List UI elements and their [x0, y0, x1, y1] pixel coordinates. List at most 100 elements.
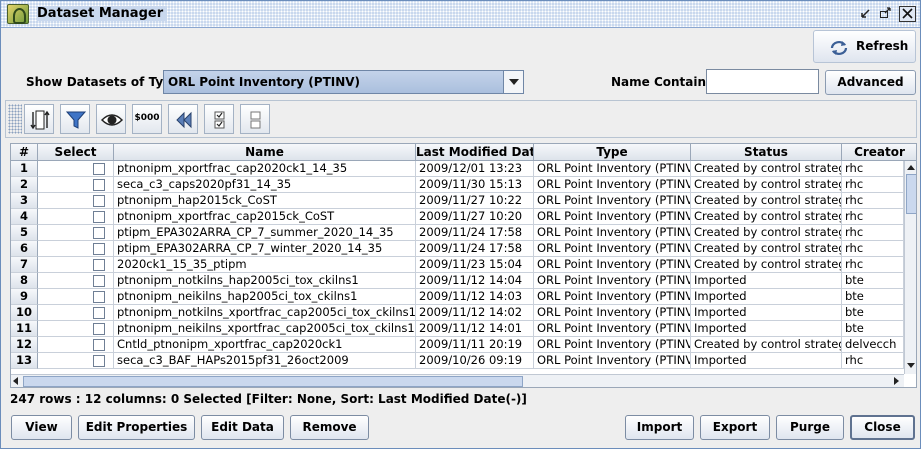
row-type: ORL Point Inventory (PTINV): [534, 321, 691, 337]
minimize-icon[interactable]: [857, 6, 874, 22]
row-select-checkbox[interactable]: [93, 227, 105, 239]
row-select-checkbox[interactable]: [93, 163, 105, 175]
type-filter-label: Show Datasets of Type:: [26, 75, 185, 89]
row-type: ORL Point Inventory (PTINV): [534, 225, 691, 241]
row-select: [38, 289, 114, 305]
row-select-checkbox[interactable]: [93, 259, 105, 271]
table-row[interactable]: 9 ptnonipm_neikilns_hap2005ci_tox_ckilns1…: [11, 289, 904, 305]
row-select-checkbox[interactable]: [93, 323, 105, 335]
purge-button[interactable]: Purge: [776, 415, 844, 440]
row-last-modified: 2009/11/30 15:13: [416, 177, 534, 193]
filter-button[interactable]: [60, 104, 90, 134]
row-status: Created by control strategy: [691, 177, 842, 193]
table-row[interactable]: 13 seca_c3_BAF_HAPs2015pf31_26oct2009 2009…: [11, 353, 904, 369]
column-header-number[interactable]: #: [11, 144, 38, 161]
table-row[interactable]: 2 seca_c3_caps2020pf31_14_35 2009/11/30 15…: [11, 177, 904, 193]
row-number: 3: [11, 193, 38, 209]
row-status: Imported: [691, 305, 842, 321]
select-all-button[interactable]: [204, 104, 234, 134]
row-name: seca_c3_BAF_HAPs2015pf31_26oct2009: [114, 353, 416, 369]
column-header-select[interactable]: Select: [38, 144, 114, 161]
show-columns-button[interactable]: [96, 104, 126, 134]
close-button[interactable]: Close: [850, 415, 915, 440]
row-select-checkbox[interactable]: [93, 339, 105, 351]
table-row[interactable]: 6 ptipm_EPA302ARRA_CP_7_winter_2020_14_35…: [11, 241, 904, 257]
clear-selection-button[interactable]: [240, 104, 270, 134]
chevron-down-icon[interactable]: [503, 71, 523, 93]
column-header-last-modified[interactable]: Last Modified Date: [416, 144, 534, 161]
export-button[interactable]: Export: [700, 415, 770, 440]
table-row[interactable]: 7 2020ck1_15_35_ptipm 2009/11/23 15:04 ORL …: [11, 257, 904, 273]
datasets-table: # Select Name Last Modified Date Type St…: [10, 143, 917, 388]
scroll-up-icon[interactable]: [906, 161, 916, 173]
view-button[interactable]: View: [11, 415, 72, 440]
row-select-checkbox[interactable]: [93, 275, 105, 287]
dataset-type-select[interactable]: ORL Point Inventory (PTINV): [163, 70, 524, 94]
select-all-icon: [214, 111, 225, 129]
row-select: [38, 321, 114, 337]
format-button[interactable]: $000: [132, 104, 162, 134]
row-status: Created by control strategy: [691, 337, 842, 353]
row-select: [38, 241, 114, 257]
row-select-checkbox[interactable]: [93, 211, 105, 223]
row-last-modified: 2009/12/01 13:23: [416, 161, 534, 177]
row-name: ptnonipm_neikilns_xportfrac_cap2005ci_to…: [114, 321, 416, 337]
table-row[interactable]: 10 ptnonipm_notkilns_xportfrac_cap2005ci_…: [11, 305, 904, 321]
window-title: Dataset Manager: [37, 6, 168, 21]
row-select: [38, 225, 114, 241]
reset-button[interactable]: [168, 104, 198, 134]
column-header-type[interactable]: Type: [534, 144, 691, 161]
row-name: ptnonipm_notkilns_hap2005ci_tox_ckilns1: [114, 273, 416, 289]
remove-button[interactable]: Remove: [290, 415, 369, 440]
vertical-scroll-thumb[interactable]: [906, 174, 916, 214]
row-name: Cntld_ptnonipm_xportfrac_cap2020ck1: [114, 337, 416, 353]
column-header-status[interactable]: Status: [691, 144, 842, 161]
table-row[interactable]: 4 ptnonipm_xportfrac_cap2015ck_CoST 2009/1…: [11, 209, 904, 225]
table-row[interactable]: 1 ptnonipm_xportfrac_cap2020ck1_14_35 2009…: [11, 161, 904, 177]
row-name: ptnonipm_xportfrac_cap2020ck1_14_35: [114, 161, 416, 177]
import-button[interactable]: Import: [625, 415, 694, 440]
row-creator: bte: [842, 273, 904, 289]
sort-button[interactable]: [24, 104, 54, 134]
table-row[interactable]: 11 ptnonipm_neikilns_xportfrac_cap2005ci_…: [11, 321, 904, 337]
name-contains-input[interactable]: [706, 69, 819, 94]
advanced-button[interactable]: Advanced: [825, 70, 916, 95]
row-select-checkbox[interactable]: [93, 179, 105, 191]
column-header-name[interactable]: Name: [114, 144, 416, 161]
horizontal-scrollbar[interactable]: [11, 374, 904, 387]
scroll-down-icon[interactable]: [906, 360, 916, 372]
app-icon: [7, 4, 29, 24]
row-status: Imported: [691, 353, 842, 369]
scroll-left-icon[interactable]: [11, 376, 22, 387]
rewind-icon: [176, 111, 192, 129]
row-type: ORL Point Inventory (PTINV): [534, 209, 691, 225]
row-select-checkbox[interactable]: [93, 243, 105, 255]
toolbar-grip[interactable]: [8, 104, 22, 134]
clear-selection-icon: [250, 111, 261, 129]
table-row[interactable]: 12 Cntld_ptnonipm_xportfrac_cap2020ck1 200…: [11, 337, 904, 353]
row-type: ORL Point Inventory (PTINV): [534, 241, 691, 257]
title-bar[interactable]: Dataset Manager: [1, 1, 920, 28]
maximize-icon[interactable]: [877, 6, 894, 22]
horizontal-scroll-thumb[interactable]: [23, 376, 523, 387]
row-number: 9: [11, 289, 38, 305]
column-header-creator[interactable]: Creator: [842, 144, 916, 161]
row-type: ORL Point Inventory (PTINV): [534, 273, 691, 289]
refresh-button[interactable]: Refresh: [813, 30, 916, 63]
row-select: [38, 305, 114, 321]
row-select-checkbox[interactable]: [93, 355, 105, 367]
row-number: 10: [11, 305, 38, 321]
row-select-checkbox[interactable]: [93, 307, 105, 319]
dataset-manager-window: Dataset Manager Refresh Show Datasets of…: [0, 0, 921, 449]
table-row[interactable]: 5 ptipm_EPA302ARRA_CP_7_summer_2020_14_35…: [11, 225, 904, 241]
row-select-checkbox[interactable]: [93, 291, 105, 303]
vertical-scrollbar[interactable]: [904, 161, 916, 374]
edit-properties-button[interactable]: Edit Properties: [78, 415, 195, 440]
row-select-checkbox[interactable]: [93, 195, 105, 207]
row-last-modified: 2009/11/27 10:22: [416, 193, 534, 209]
table-row[interactable]: 3 ptnonipm_hap2015ck_CoST 2009/11/27 10:22…: [11, 193, 904, 209]
table-row[interactable]: 8 ptnonipm_notkilns_hap2005ci_tox_ckilns1…: [11, 273, 904, 289]
edit-data-button[interactable]: Edit Data: [201, 415, 284, 440]
close-icon[interactable]: [899, 6, 916, 22]
scroll-right-icon[interactable]: [891, 376, 902, 387]
